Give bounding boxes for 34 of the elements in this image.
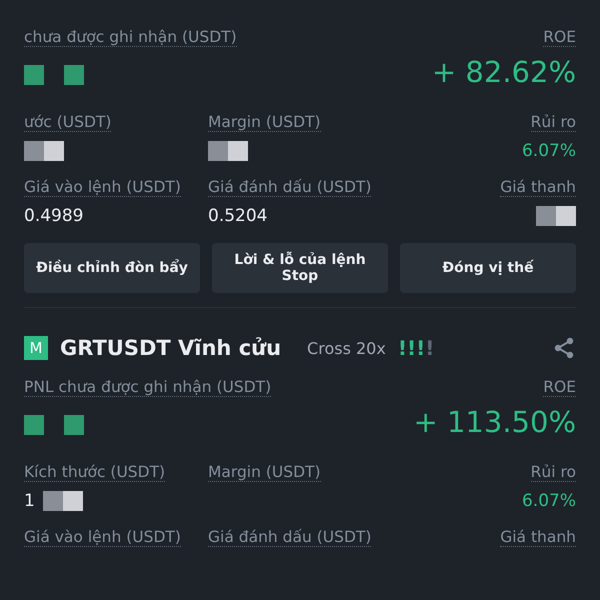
share-icon[interactable] [552, 336, 576, 360]
price-label: Giá thanh [500, 178, 576, 197]
stat-label: ước (USDT) [24, 113, 112, 132]
margin-mode: Cross 20x [307, 338, 386, 358]
roe-value: + 82.62% [432, 55, 576, 89]
risk-mark: ! [406, 336, 416, 360]
action-button[interactable]: Đóng vị thế [400, 243, 576, 293]
price-label: Giá đánh dấu (USDT) [208, 178, 372, 197]
action-button[interactable]: Điều chỉnh đòn bẩy [24, 243, 200, 293]
market-badge: M [24, 336, 48, 360]
price-value: 0.4989 [24, 206, 84, 226]
stat-label: Kích thước (USDT) [24, 463, 166, 482]
pnl-label: PNL chưa được ghi nhận (USDT) [24, 378, 272, 397]
price-label: Giá đánh dấu (USDT) [208, 528, 372, 547]
price-label: Giá thanh [500, 528, 576, 547]
contract-title: GRTUSDT Vĩnh cửu [60, 336, 282, 360]
stat-value: 6.07% [522, 141, 576, 161]
stat-value: 1 [24, 491, 35, 511]
price-value: 0.5204 [208, 206, 268, 226]
stat-label: Rủi ro [530, 463, 576, 482]
stat-label: Margin (USDT) [208, 113, 321, 132]
roe-value: + 113.50% [413, 405, 576, 439]
stat-label: Margin (USDT) [208, 463, 321, 482]
roe-label: ROE [543, 28, 576, 47]
risk-mark: ! [425, 336, 434, 360]
stat-label: Rủi ro [530, 113, 576, 132]
action-button[interactable]: Lời & lỗ của lệnh Stop [212, 243, 388, 293]
price-label: Giá vào lệnh (USDT) [24, 528, 181, 547]
price-label: Giá vào lệnh (USDT) [24, 178, 181, 197]
risk-mark: ! [416, 336, 426, 360]
pnl-label: chưa được ghi nhận (USDT) [24, 28, 237, 47]
risk-mark: ! [398, 336, 407, 360]
roe-label: ROE [543, 378, 576, 397]
stat-value: 6.07% [522, 491, 576, 511]
